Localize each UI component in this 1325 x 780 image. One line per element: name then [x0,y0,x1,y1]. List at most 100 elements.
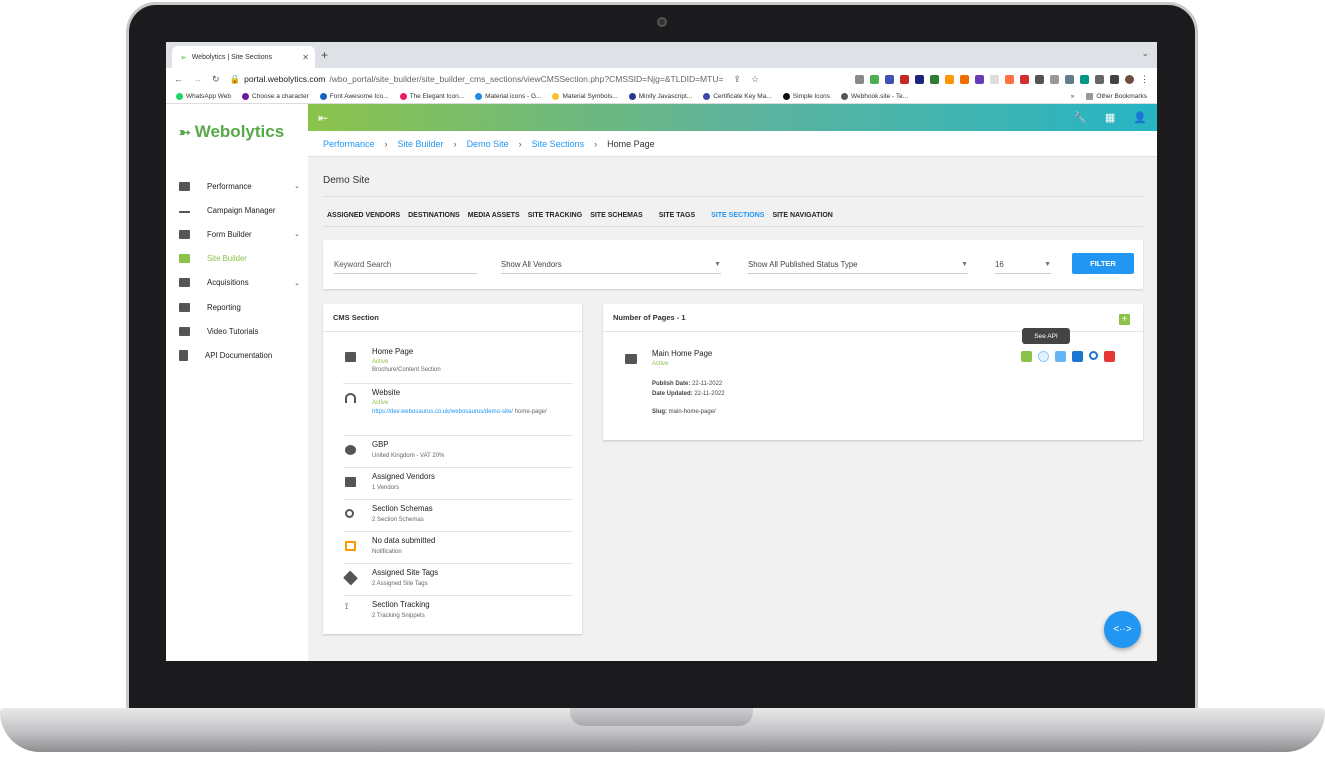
tab-site-sections[interactable]: SITE SECTIONS [707,208,769,227]
list-item[interactable]: GBP United Kingdom - VAT 20% [343,437,573,468]
breadcrumb-site-builder[interactable]: Site Builder [398,139,444,149]
bookmark-label: Font Awesome Ico... [329,93,389,100]
chevron-right-icon: › [518,138,522,149]
page-actions [1021,351,1115,362]
grid-icon[interactable]: ▦ [1105,111,1115,124]
list-item[interactable]: Assigned Site Tags 2 Assigned Site Tags [343,565,573,596]
api-icon[interactable] [1038,351,1049,362]
sidebar-item-acquisitions[interactable]: Acquisitions ⌄ [166,271,308,295]
extension-icon[interactable] [915,74,924,84]
item-subtitle: Notification [372,549,402,555]
bookmark[interactable]: Webhook.site - Te... [840,93,908,100]
bookmark[interactable]: WhatsApp Web [176,93,231,100]
sidebar-item-reporting[interactable]: Reporting [166,295,308,319]
bookmark[interactable]: Choose a character [242,93,309,100]
browser-tab[interactable]: ➢ Webolytics | Site Sections ✕ [172,46,315,68]
extension-icon[interactable] [855,74,864,84]
add-page-icon[interactable]: + [1119,314,1130,325]
extension-icon[interactable] [1065,74,1074,84]
sidebar-item-performance[interactable]: Performance ⌄ [166,174,308,198]
form-icon [179,229,190,239]
extension-icon[interactable] [945,74,954,84]
filter-button[interactable]: FILTER [1072,253,1134,274]
chevron-down-icon[interactable]: ⌄ [1141,48,1149,59]
back-icon[interactable]: ← [174,74,183,84]
extension-icon[interactable] [900,74,909,84]
schema-icon[interactable] [1055,351,1066,362]
url-field[interactable]: 🔒 portal.webolytics.com/wbo_portal/site_… [230,74,724,85]
bookmark[interactable]: Minify Javascript... [628,93,692,100]
extension-icon[interactable] [930,74,939,84]
list-item[interactable]: Assigned Vendors 1 Vendors [343,469,573,500]
extension-icon[interactable] [1020,74,1029,84]
page-dates: Publish Date: 22-11-2022 Date Updated: 2… [652,380,725,418]
new-tab-button[interactable]: + [321,48,328,62]
extension-icon[interactable] [1080,74,1089,84]
sidebar-item-label: Performance [207,181,252,191]
extension-icon[interactable] [1050,74,1059,84]
search-icon[interactable] [1089,351,1098,360]
preview-icon[interactable] [1072,351,1083,362]
tab-assigned-vendors[interactable]: ASSIGNED VENDORS [323,208,404,227]
bookmark[interactable]: Material Symbols... [552,93,618,100]
wrench-icon[interactable]: 🔧 [1073,111,1087,124]
sidebar-item-video-tutorials[interactable]: Video Tutorials [166,319,308,343]
breadcrumb-performance[interactable]: Performance [323,139,375,149]
extension-icon[interactable] [990,74,999,84]
sidebar-item-campaign-manager[interactable]: Campaign Manager [166,198,308,222]
vendor-select[interactable]: Show All Vendors ▼ [501,256,721,274]
keyword-search-input[interactable]: Keyword Search [334,256,477,274]
report-icon [179,302,190,312]
logo[interactable]: ➳ Webolytics [179,122,284,142]
list-item[interactable]: Home Page Active Brochure/Content Sectio… [343,344,573,384]
add-copy-icon[interactable] [1021,351,1032,362]
other-bookmarks[interactable]: Other Bookmarks [1086,93,1147,100]
page-size-select[interactable]: 16 ▼ [995,256,1051,274]
delete-icon[interactable] [1104,351,1115,362]
extension-icon[interactable] [1035,74,1044,84]
breadcrumb-demo-site[interactable]: Demo Site [467,139,509,149]
sidebar-item-api-documentation[interactable]: API Documentation [166,343,308,367]
extension-icon[interactable] [885,74,894,84]
close-icon[interactable]: ✕ [302,53,309,62]
list-item[interactable]: Section Schemas 2 Section Schemas [343,501,573,532]
tab-destinations[interactable]: DESTINATIONS [404,208,464,227]
website-link[interactable]: https://dev.webosaurus.co.uk/webosaurus/… [372,409,513,415]
list-item[interactable]: ⟟ Section Tracking 2 Tracking Snippets [343,597,573,628]
forward-icon[interactable]: → [193,74,202,84]
list-item[interactable]: No data submitted Notification [343,533,573,564]
sidebar-item-site-builder[interactable]: Site Builder [166,247,308,271]
bookmark[interactable]: The Elegant Icon... [399,93,464,100]
bookmark[interactable]: Material icons - G... [475,93,541,100]
status-select[interactable]: Show All Published Status Type ▼ [748,256,968,274]
item-title: No data submitted [372,536,436,545]
user-icon[interactable]: 👤 [1133,111,1147,124]
tab-site-tags[interactable]: SITE TAGS [655,208,699,227]
sidepanel-icon[interactable] [1110,74,1119,84]
star-icon[interactable]: ☆ [751,74,759,85]
bookmark[interactable]: Font Awesome Ico... [319,93,389,100]
extension-icon[interactable] [870,74,879,84]
bookmarks-more-icon[interactable]: » [1071,93,1075,100]
tab-site-navigation[interactable]: SITE NAVIGATION [768,208,836,227]
tab-media-assets[interactable]: MEDIA ASSETS [464,208,524,227]
tab-site-schemas[interactable]: SITE SCHEMAS [586,208,647,227]
sidebar-item-form-builder[interactable]: Form Builder ⌄ [166,222,308,246]
bookmark[interactable]: Simple Icons [782,93,830,100]
breadcrumb-site-sections[interactable]: Site Sections [532,139,585,149]
extension-icon[interactable] [960,74,969,84]
list-item[interactable]: Website Active https://dev.webosaurus.co… [343,385,573,436]
reload-icon[interactable]: ↻ [212,74,220,85]
extension-icon[interactable] [1005,74,1014,84]
avatar[interactable] [1125,74,1134,84]
extension-icon[interactable] [975,74,984,84]
kebab-menu-icon[interactable]: ⋮ [1140,74,1149,84]
floating-action-button[interactable]: <··> [1104,611,1141,648]
puzzle-icon[interactable] [1095,74,1104,84]
collapse-sidebar-icon[interactable]: ⇤ [318,111,328,125]
tab-site-tracking[interactable]: SITE TRACKING [524,208,586,227]
share-icon[interactable]: ⇪ [733,74,741,85]
bookmark[interactable]: Certificate Key Ma... [703,93,772,100]
sidebar: ➳ Webolytics Performance ⌄ Campaign Manag… [166,104,308,661]
card-title: CMS Section [323,304,582,332]
